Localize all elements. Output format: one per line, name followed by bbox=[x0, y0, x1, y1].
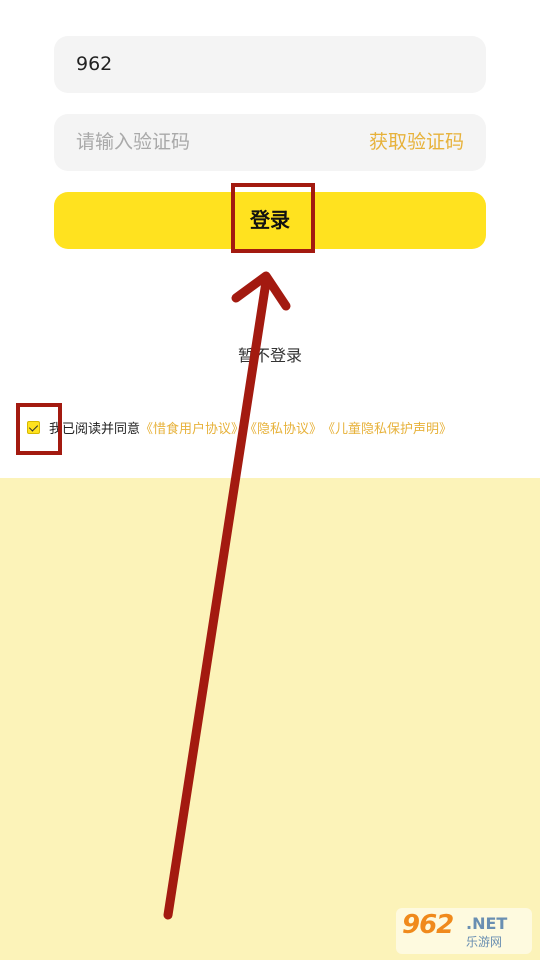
arrow-head bbox=[231, 271, 291, 311]
watermark-logo: 962 .NET 乐游网 bbox=[396, 908, 532, 954]
child-privacy-link[interactable]: 《儿童隐私保护声明》 bbox=[322, 418, 452, 437]
privacy-agreement-link[interactable]: 《隐私协议》 bbox=[244, 418, 322, 437]
bottom-background bbox=[0, 478, 540, 960]
verification-code-placeholder: 请输入验证码 bbox=[76, 131, 191, 153]
user-agreement-link[interactable]: 《惜食用户协议》 bbox=[140, 418, 244, 437]
get-code-button[interactable]: 获取验证码 bbox=[369, 114, 464, 171]
phone-input-value: 962 bbox=[76, 53, 113, 75]
agreement-text: 我已阅读并同意 bbox=[49, 421, 141, 437]
agreement-row: 我已阅读并同意 《惜食用户协议》 《隐私协议》 《儿童隐私保护声明》 bbox=[27, 416, 452, 438]
verification-code-input[interactable]: 请输入验证码 获取验证码 bbox=[54, 114, 486, 171]
skip-login-link[interactable]: 暂不登录 bbox=[0, 342, 540, 366]
watermark-net: .NET bbox=[466, 914, 508, 933]
watermark-subtitle: 乐游网 bbox=[466, 935, 503, 949]
watermark-digits: 962 bbox=[402, 910, 454, 940]
login-highlight-box bbox=[231, 183, 315, 253]
phone-input[interactable]: 962 bbox=[54, 36, 486, 93]
checkbox-highlight-box bbox=[16, 403, 62, 455]
